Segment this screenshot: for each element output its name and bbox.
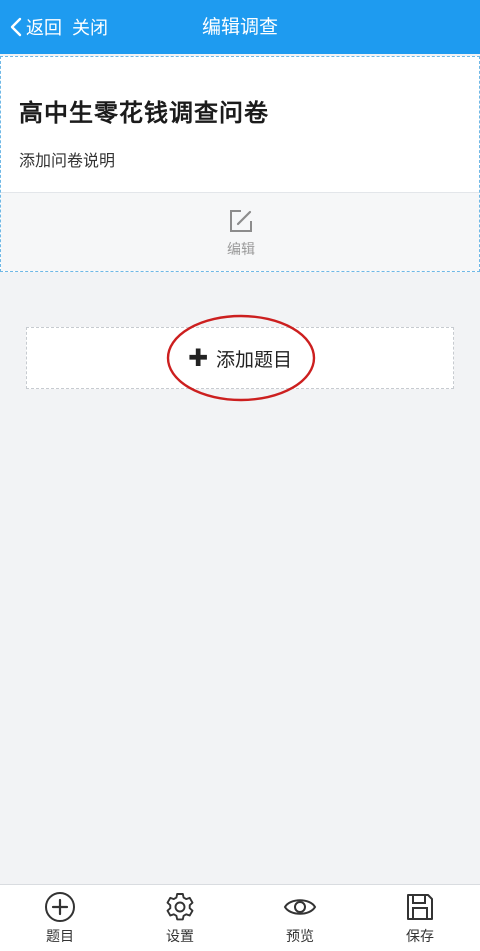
survey-info-card: 高中生零花钱调查问卷 添加问卷说明 编辑 — [0, 56, 480, 272]
save-icon — [360, 891, 480, 923]
tab-questions[interactable]: 题目 — [0, 885, 120, 951]
gear-icon — [120, 891, 240, 923]
add-question-button[interactable]: ✚ 添加题目 — [26, 327, 454, 389]
add-question-label: 添加题目 — [216, 348, 293, 371]
survey-description[interactable]: 添加问卷说明 — [19, 147, 115, 171]
edit-area: 编辑 — [1, 193, 479, 271]
tab-label: 题目 — [46, 929, 74, 945]
plus-circle-icon — [0, 891, 120, 923]
edit-icon — [215, 207, 267, 235]
tab-label: 预览 — [286, 929, 314, 945]
add-question-content: ✚ 添加题目 — [27, 328, 453, 388]
plus-icon: ✚ — [187, 344, 209, 372]
top-bar: 返回 关闭 编辑调查 — [0, 0, 480, 54]
tab-preview[interactable]: 预览 — [240, 885, 360, 951]
tab-label: 保存 — [406, 929, 434, 945]
survey-title[interactable]: 高中生零花钱调查问卷 — [19, 93, 269, 128]
tab-settings[interactable]: 设置 — [120, 885, 240, 951]
bottom-tab-bar: 题目 设置 预览 保存 — [0, 884, 480, 951]
eye-icon — [240, 891, 360, 923]
page-title: 编辑调查 — [201, 16, 278, 38]
edit-survey-button[interactable]: 编辑 — [215, 207, 267, 261]
tab-label: 设置 — [166, 929, 194, 945]
edit-label: 编辑 — [227, 242, 255, 258]
tab-save[interactable]: 保存 — [360, 885, 480, 951]
